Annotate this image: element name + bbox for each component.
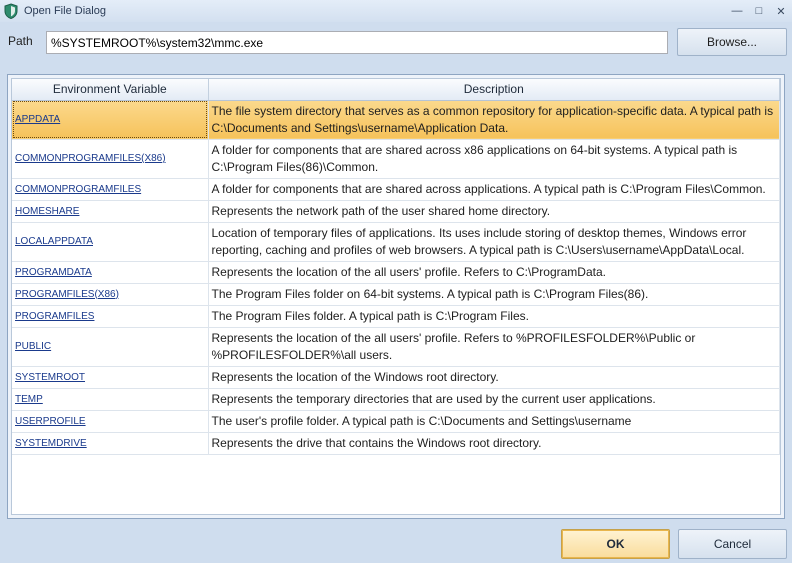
variable-cell: PROGRAMDATA <box>12 261 209 284</box>
variable-link[interactable]: APPDATA <box>15 114 60 125</box>
table-row[interactable]: APPDATA The file system directory that se… <box>12 100 780 140</box>
table-row[interactable]: LOCALAPPDATA Location of temporary files … <box>12 222 780 262</box>
description-cell: Represents the drive that contains the W… <box>208 432 780 455</box>
description-cell: Represents the location of the all users… <box>208 327 780 367</box>
path-input[interactable] <box>46 31 668 54</box>
variable-cell: USERPROFILE <box>12 410 209 433</box>
description-cell: Represents the temporary directories tha… <box>208 388 780 411</box>
variable-link[interactable]: SYSTEMDRIVE <box>15 438 87 449</box>
column-header-variable[interactable]: Environment Variable <box>12 79 209 101</box>
variable-cell: HOMESHARE <box>12 200 209 223</box>
table-row[interactable]: PROGRAMFILES The Program Files folder. A … <box>12 305 780 328</box>
variable-cell: SYSTEMDRIVE <box>12 432 209 455</box>
description-cell: A folder for components that are shared … <box>208 178 780 201</box>
table-row[interactable]: PUBLIC Represents the location of the all… <box>12 327 780 367</box>
description-cell: Represents the network path of the user … <box>208 200 780 223</box>
description-cell: Location of temporary files of applicati… <box>208 222 780 262</box>
environment-variable-grid-frame: Environment Variable Description APPDATA… <box>7 74 785 519</box>
cancel-button[interactable]: Cancel <box>678 529 787 559</box>
table-row[interactable]: PROGRAMFILES(X86) The Program Files folde… <box>12 283 780 306</box>
description-cell: Represents the location of the Windows r… <box>208 366 780 389</box>
description-cell: The Program Files folder. A typical path… <box>208 305 780 328</box>
maximize-button[interactable]: □ <box>748 0 770 22</box>
table-row[interactable]: COMMONPROGRAMFILES A folder for componen… <box>12 178 780 201</box>
variable-link[interactable]: TEMP <box>15 394 43 405</box>
variable-cell: COMMONPROGRAMFILES(X86) <box>12 139 209 179</box>
variable-link[interactable]: HOMESHARE <box>15 206 79 217</box>
variable-link[interactable]: SYSTEMROOT <box>15 372 85 383</box>
variable-link[interactable]: PUBLIC <box>15 341 51 352</box>
table-row[interactable]: SYSTEMROOT Represents the location of the… <box>12 366 780 389</box>
minimize-button[interactable]: — <box>726 0 748 22</box>
variable-link[interactable]: COMMONPROGRAMFILES(X86) <box>15 153 166 164</box>
variable-link[interactable]: PROGRAMDATA <box>15 267 92 278</box>
table-row[interactable]: TEMP Represents the temporary directories… <box>12 388 780 411</box>
variable-link[interactable]: COMMONPROGRAMFILES <box>15 184 141 195</box>
description-cell: Represents the location of the all users… <box>208 261 780 284</box>
table-row[interactable]: PROGRAMDATA Represents the location of th… <box>12 261 780 284</box>
variable-cell: TEMP <box>12 388 209 411</box>
table-row[interactable]: COMMONPROGRAMFILES(X86) A folder for comp… <box>12 139 780 179</box>
description-cell: The user's profile folder. A typical pat… <box>208 410 780 433</box>
environment-variable-table: Environment Variable Description APPDATA… <box>12 79 780 455</box>
browse-button[interactable]: Browse... <box>677 28 787 56</box>
window-controls: — □ ✕ <box>726 0 792 22</box>
table-row[interactable]: SYSTEMDRIVE Represents the drive that con… <box>12 432 780 455</box>
window-title: Open File Dialog <box>24 5 106 17</box>
table-row[interactable]: HOMESHARE Represents the network path of … <box>12 200 780 223</box>
title-bar: Open File Dialog — □ ✕ <box>0 0 792 22</box>
variable-cell: PROGRAMFILES(X86) <box>12 283 209 306</box>
variable-link[interactable]: PROGRAMFILES <box>15 311 94 322</box>
variable-cell: PROGRAMFILES <box>12 305 209 328</box>
variable-link[interactable]: USERPROFILE <box>15 416 86 427</box>
path-label: Path <box>8 34 33 48</box>
variable-cell: SYSTEMROOT <box>12 366 209 389</box>
description-cell: A folder for components that are shared … <box>208 139 780 179</box>
ok-button[interactable]: OK <box>561 529 670 559</box>
variable-link[interactable]: LOCALAPPDATA <box>15 236 93 247</box>
variable-cell: LOCALAPPDATA <box>12 222 209 262</box>
shield-icon <box>3 3 19 19</box>
grid-header-row: Environment Variable Description <box>12 79 780 101</box>
variable-cell: COMMONPROGRAMFILES <box>12 178 209 201</box>
variable-cell: PUBLIC <box>12 327 209 367</box>
description-cell: The file system directory that serves as… <box>208 100 780 140</box>
column-header-description[interactable]: Description <box>208 79 780 101</box>
variable-cell: APPDATA <box>12 100 209 140</box>
environment-variable-grid[interactable]: Environment Variable Description APPDATA… <box>11 78 781 515</box>
table-row[interactable]: USERPROFILE The user's profile folder. A … <box>12 410 780 433</box>
description-cell: The Program Files folder on 64-bit syste… <box>208 283 780 306</box>
close-button[interactable]: ✕ <box>770 0 792 22</box>
variable-link[interactable]: PROGRAMFILES(X86) <box>15 289 119 300</box>
grid-body: APPDATA The file system directory that se… <box>12 100 780 455</box>
